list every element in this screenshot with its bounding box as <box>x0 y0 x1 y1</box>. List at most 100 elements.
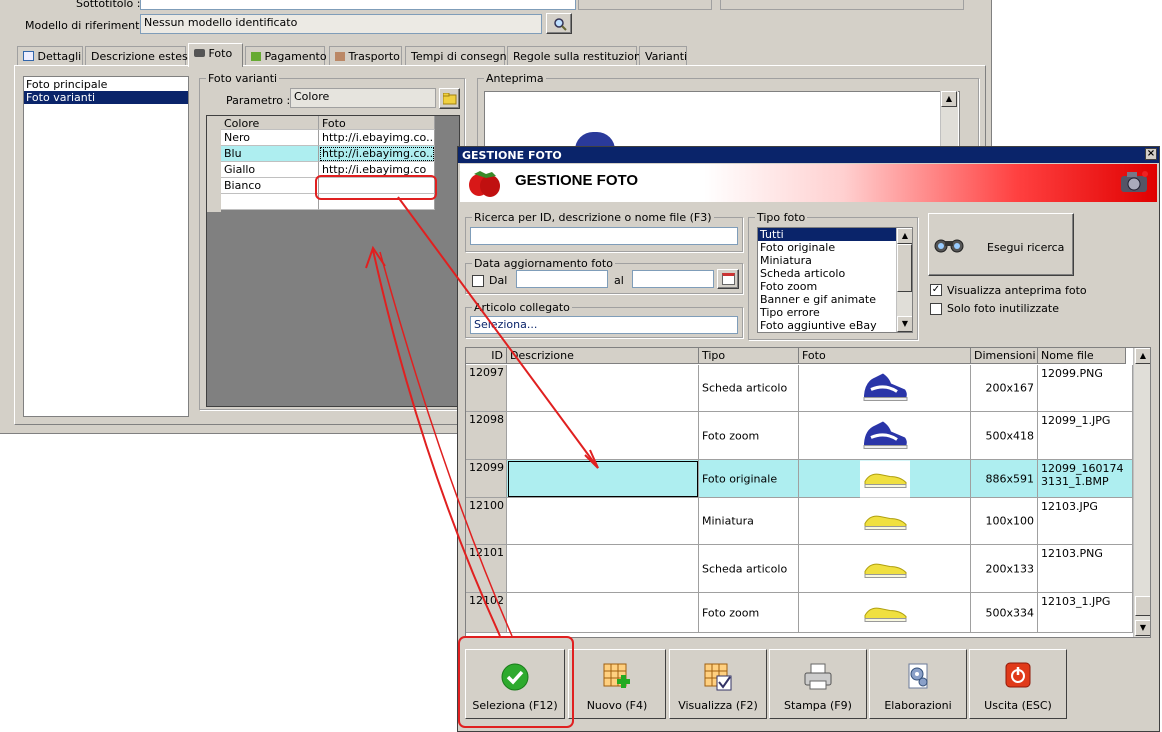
cell-id[interactable]: 12099 <box>466 460 507 498</box>
articolo-select[interactable]: Seleziona... <box>470 316 738 334</box>
column-header-nome-file[interactable]: Nome file <box>1038 348 1126 364</box>
cell-foto[interactable] <box>799 498 971 545</box>
cell-id[interactable]: 12098 <box>466 412 507 460</box>
scroll-up-icon[interactable]: ▲ <box>897 228 912 244</box>
cell-descrizione[interactable] <box>507 593 699 633</box>
grid-cell-empty-bianco[interactable] <box>319 178 435 194</box>
cell-id[interactable]: 12101 <box>466 545 507 593</box>
cell-tipo[interactable]: Foto zoom <box>699 412 799 460</box>
table-row[interactable]: 12101 Scheda articolo 200x133 12103.PNG <box>466 545 1133 593</box>
cell-dimensioni[interactable]: 100x100 <box>971 498 1038 545</box>
list-item[interactable]: Foto principale <box>24 78 188 91</box>
tab-varianti[interactable]: Varianti <box>639 46 687 66</box>
column-header-descrizione[interactable]: Descrizione <box>507 348 699 364</box>
search-input[interactable] <box>470 227 738 245</box>
table-row[interactable]: 12097 Scheda articolo 200x167 12099.PNG <box>466 365 1133 412</box>
anteprima-checkbox[interactable]: ✓ <box>930 284 942 296</box>
list-item[interactable]: Tipo errore <box>758 306 912 319</box>
dal-checkbox[interactable] <box>472 275 484 287</box>
tipo-scrollbar[interactable]: ▲ ▼ <box>896 228 912 332</box>
nuovo-button[interactable]: Nuovo (F4) <box>568 649 666 719</box>
grid-cell[interactable]: Blu <box>221 146 319 162</box>
grid-cell[interactable]: http://i.ebayimg.co... <box>319 146 435 162</box>
list-item[interactable]: Foto originale <box>758 241 912 254</box>
search-model-button[interactable] <box>546 13 572 34</box>
modello-field[interactable]: Nessun modello identificato <box>140 14 542 34</box>
parametro-field[interactable]: Colore <box>290 88 436 108</box>
grid-cell[interactable]: http://i.ebayimg.co <box>319 162 435 178</box>
table-row[interactable]: 12102 Foto zoom 500x334 12103_1.JPG <box>466 593 1133 633</box>
cell-descrizione[interactable] <box>507 460 699 498</box>
table-row[interactable]: 12099 Foto originale 886x591 12099_16017431… <box>466 460 1133 498</box>
photo-type-list[interactable]: Foto principale Foto varianti <box>23 76 189 417</box>
results-table[interactable]: ID Descrizione Tipo Foto Dimensioni Nome… <box>465 347 1151 638</box>
cell-nome-file[interactable]: 12103_1.JPG <box>1038 593 1133 633</box>
cell-tipo[interactable]: Miniatura <box>699 498 799 545</box>
scroll-up-icon[interactable]: ▲ <box>941 91 957 107</box>
cell-nome-file[interactable]: 12099_1.JPG <box>1038 412 1133 460</box>
cell-id[interactable]: 12102 <box>466 593 507 633</box>
cell-dimensioni[interactable]: 200x167 <box>971 365 1038 412</box>
table-row[interactable]: 12098 Foto zoom 500x418 12099_1.JPG <box>466 412 1133 460</box>
tipo-foto-list[interactable]: Tutti Foto originale Miniatura Scheda ar… <box>757 227 913 333</box>
al-date-input[interactable] <box>632 270 714 288</box>
grid-cell[interactable] <box>319 194 435 210</box>
cell-foto[interactable] <box>799 460 971 498</box>
grid-cell[interactable]: Bianco <box>221 178 319 194</box>
tab-trasporto[interactable]: Trasporto <box>329 46 402 66</box>
tab-descrizione[interactable]: Descrizione estesa <box>85 46 194 66</box>
scroll-down-icon[interactable]: ▼ <box>1135 620 1150 636</box>
cell-tipo[interactable]: Foto originale <box>699 460 799 498</box>
scroll-thumb[interactable] <box>897 244 912 292</box>
close-icon[interactable]: × <box>1145 148 1157 160</box>
grid-cell[interactable]: http://i.ebayimg.co... <box>319 130 435 146</box>
cell-id[interactable]: 12097 <box>466 365 507 412</box>
scroll-down-icon[interactable]: ▼ <box>897 316 912 332</box>
table-scrollbar[interactable]: ▲ ▼ <box>1133 348 1150 637</box>
cell-nome-file[interactable]: 12099_1601743131_1.BMP <box>1038 460 1133 498</box>
cell-foto[interactable] <box>799 412 971 460</box>
calendar-button[interactable] <box>717 269 739 289</box>
grid-cell[interactable]: Giallo <box>221 162 319 178</box>
cell-foto[interactable] <box>799 545 971 593</box>
visualizza-button[interactable]: Visualizza (F2) <box>669 649 767 719</box>
cell-foto[interactable] <box>799 593 971 633</box>
list-item[interactable]: Foto aggiuntive eBay <box>758 319 912 332</box>
table-row[interactable]: 12100 Miniatura 100x100 12103.JPG <box>466 498 1133 545</box>
uscita-button[interactable]: Uscita (ESC) <box>969 649 1067 719</box>
cell-dimensioni[interactable]: 500x334 <box>971 593 1038 633</box>
cell-descrizione[interactable] <box>507 545 699 593</box>
tab-dettagli[interactable]: Dettagli <box>17 46 83 66</box>
list-item[interactable]: Miniatura <box>758 254 912 267</box>
cell-tipo[interactable]: Scheda articolo <box>699 365 799 412</box>
cell-id[interactable]: 12100 <box>466 498 507 545</box>
column-header-tipo[interactable]: Tipo <box>699 348 799 364</box>
cell-descrizione[interactable] <box>507 498 699 545</box>
column-header-dimensioni[interactable]: Dimensioni <box>971 348 1038 364</box>
list-item[interactable]: Tutti <box>758 228 912 241</box>
cell-nome-file[interactable]: 12099.PNG <box>1038 365 1133 412</box>
cell-tipo[interactable]: Scheda articolo <box>699 545 799 593</box>
parametro-folder-button[interactable] <box>439 88 460 109</box>
cell-dimensioni[interactable]: 500x418 <box>971 412 1038 460</box>
esegui-ricerca-button[interactable]: Esegui ricerca <box>928 213 1074 276</box>
inutilizzate-checkbox[interactable] <box>930 303 942 315</box>
tab-foto[interactable]: Foto <box>188 43 243 67</box>
cell-dimensioni[interactable]: 886x591 <box>971 460 1038 498</box>
column-header-id[interactable]: ID <box>466 348 507 364</box>
cell-foto[interactable] <box>799 365 971 412</box>
elaborazioni-button[interactable]: Elaborazioni <box>869 649 967 719</box>
cell-dimensioni[interactable]: 200x133 <box>971 545 1038 593</box>
tab-pagamento[interactable]: Pagamento <box>245 46 327 66</box>
grid-cell[interactable] <box>221 194 319 210</box>
seleziona-button[interactable]: Seleziona (F12) <box>465 649 565 719</box>
cell-nome-file[interactable]: 12103.PNG <box>1038 545 1133 593</box>
scroll-up-icon[interactable]: ▲ <box>1135 348 1150 364</box>
scroll-thumb[interactable] <box>1135 596 1150 616</box>
cell-descrizione[interactable] <box>507 412 699 460</box>
cell-nome-file[interactable]: 12103.JPG <box>1038 498 1133 545</box>
cell-descrizione[interactable] <box>507 365 699 412</box>
list-item[interactable]: Foto varianti <box>24 91 188 104</box>
tab-tempi[interactable]: Tempi di consegna <box>405 46 513 66</box>
stampa-button[interactable]: Stampa (F9) <box>769 649 867 719</box>
